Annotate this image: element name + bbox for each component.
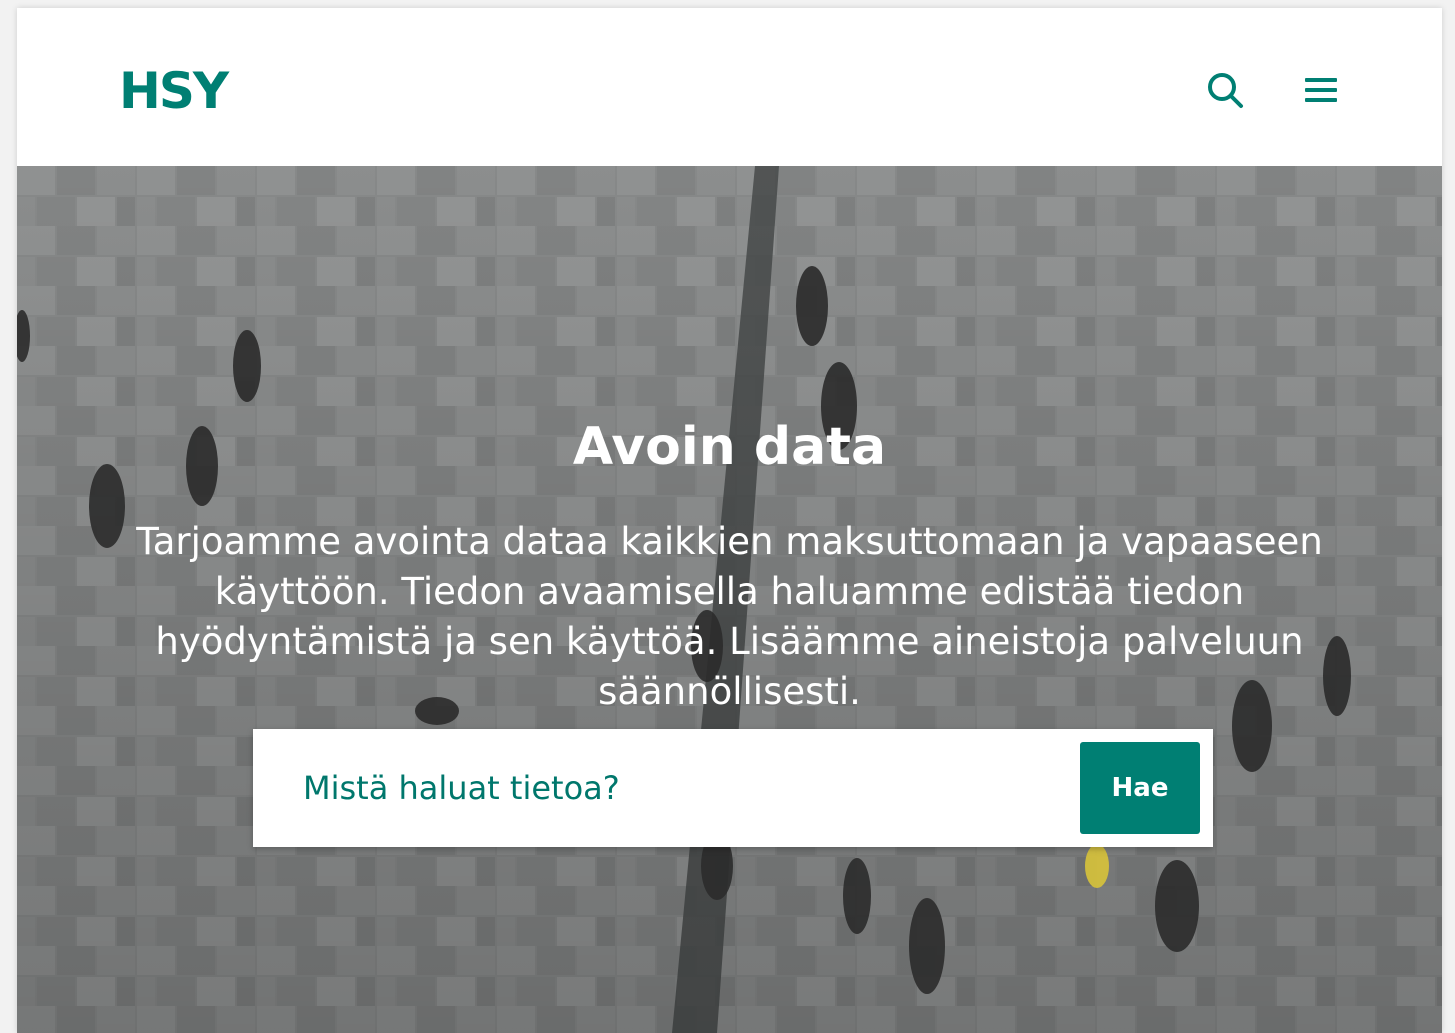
hero-description: Tarjoamme avointa dataa kaikkien maksutt… (136, 520, 1323, 713)
search-button[interactable]: Hae (1080, 742, 1200, 834)
hsy-logo[interactable]: HSY (119, 66, 229, 116)
page-title: Avoin data (572, 416, 887, 477)
search-input[interactable] (283, 753, 1103, 823)
page-frame: HSY Avoin data Tarjoamme avointa dataa k… (17, 8, 1442, 1033)
search-icon[interactable] (1205, 70, 1245, 110)
hamburger-menu-icon[interactable] (1301, 70, 1341, 110)
search-bar: Hae (253, 729, 1213, 847)
hero-section: Avoin data Tarjoamme avointa dataa kaikk… (17, 166, 1442, 1033)
site-header: HSY (17, 8, 1442, 166)
